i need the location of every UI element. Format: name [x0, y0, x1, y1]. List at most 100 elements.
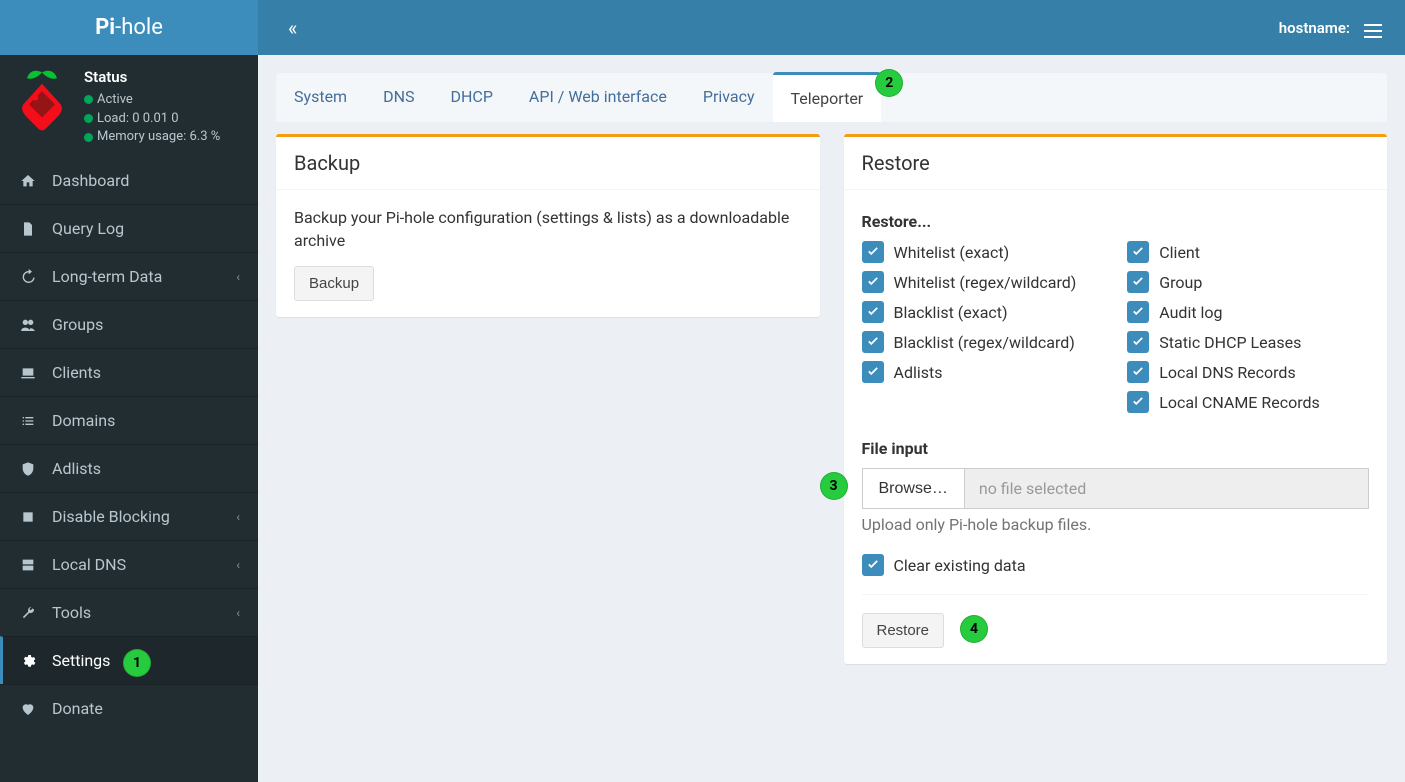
restore-option-label[interactable]: Blacklist (regex/wildcard): [894, 333, 1075, 352]
restore-button[interactable]: Restore: [862, 613, 945, 648]
tab-dns[interactable]: DNS: [365, 73, 432, 122]
sidebar-item-localdns[interactable]: Local DNS‹: [0, 540, 258, 588]
stop-icon: [18, 509, 38, 525]
heart-icon: [18, 701, 38, 717]
restore-option-checkbox[interactable]: [862, 331, 884, 353]
upload-hint: Upload only Pi-hole backup files.: [862, 515, 1370, 534]
backup-box: Backup Backup your Pi-hole configuration…: [276, 134, 820, 317]
clear-existing-label[interactable]: Clear existing data: [894, 556, 1026, 575]
sidebar-item-domains[interactable]: Domains: [0, 396, 258, 444]
nav-list: Dashboard Query Log Long-term Data‹ Groups C…: [0, 157, 258, 732]
history-icon: [18, 269, 38, 285]
list-icon: [18, 413, 38, 429]
file-icon: [18, 221, 38, 237]
tab-privacy[interactable]: Privacy: [685, 73, 773, 122]
restore-option-checkbox[interactable]: [1127, 391, 1149, 413]
callout-2: 2: [875, 69, 903, 97]
chevron-left-icon: ‹: [236, 558, 240, 572]
wrench-icon: [18, 605, 38, 621]
sidebar-item-longterm[interactable]: Long-term Data‹: [0, 252, 258, 300]
restore-option-label[interactable]: Local CNAME Records: [1159, 393, 1320, 412]
restore-heading: Restore: [844, 137, 1388, 190]
sidebar-item-label: Dashboard: [52, 171, 240, 190]
sidebar-item-dashboard[interactable]: Dashboard: [0, 157, 258, 204]
sidebar-item-settings[interactable]: Settings1: [0, 636, 258, 684]
content: SystemDNSDHCPAPI / Web interfacePrivacyT…: [258, 55, 1405, 702]
restore-option-checkbox[interactable]: [1127, 271, 1149, 293]
chevron-left-icon: ‹: [236, 510, 240, 524]
menu-icon[interactable]: [1349, 10, 1397, 52]
restore-option-row: Adlists: [862, 361, 1104, 383]
laptop-icon: [18, 365, 38, 381]
restore-option-row: Whitelist (regex/wildcard): [862, 271, 1104, 293]
status-active: Active: [84, 91, 220, 110]
status-memory: Memory usage: 6.3 %: [84, 128, 220, 147]
drive-icon: [18, 557, 38, 573]
restore-option-checkbox[interactable]: [1127, 331, 1149, 353]
sidebar-item-tools[interactable]: Tools‹: [0, 588, 258, 636]
restore-option-checkbox[interactable]: [1127, 361, 1149, 383]
shield-icon: [18, 461, 38, 477]
clear-existing-checkbox[interactable]: [862, 554, 884, 576]
browse-button[interactable]: Browse…: [862, 468, 964, 509]
restore-option-label[interactable]: Audit log: [1159, 303, 1222, 322]
restore-option-checkbox[interactable]: [862, 361, 884, 383]
restore-option-checkbox[interactable]: [1127, 301, 1149, 323]
backup-heading: Backup: [276, 137, 820, 190]
callout-4: 4: [960, 615, 988, 643]
tab-teleporter[interactable]: Teleporter2: [773, 72, 882, 122]
restore-option-label[interactable]: Whitelist (exact): [894, 243, 1010, 262]
backup-description: Backup your Pi-hole configuration (setti…: [294, 206, 802, 252]
file-status-text: no file selected: [964, 468, 1369, 509]
restore-subheading: Restore...: [862, 212, 1370, 231]
tab-system[interactable]: System: [276, 73, 365, 122]
restore-option-label[interactable]: Client: [1159, 243, 1200, 262]
restore-option-checkbox[interactable]: [1127, 241, 1149, 263]
sidebar-item-label: Local DNS: [52, 555, 236, 574]
sidebar-item-label: Groups: [52, 315, 240, 334]
sidebar-item-clients[interactable]: Clients: [0, 348, 258, 396]
restore-option-checkbox[interactable]: [862, 301, 884, 323]
status-load: Load: 0 0.01 0: [84, 110, 220, 129]
logo[interactable]: Pi-hole: [0, 0, 258, 55]
restore-option-row: Local DNS Records: [1127, 361, 1369, 383]
restore-box: Restore Restore... Whitelist (exact) Whit…: [844, 134, 1388, 664]
restore-option-row: Whitelist (exact): [862, 241, 1104, 263]
tab-dhcp[interactable]: DHCP: [433, 73, 511, 122]
restore-option-checkbox[interactable]: [862, 241, 884, 263]
chevron-left-icon: ‹: [236, 606, 240, 620]
sidebar-item-label: Adlists: [52, 459, 240, 478]
restore-option-checkbox[interactable]: [862, 271, 884, 293]
restore-option-label[interactable]: Static DHCP Leases: [1159, 333, 1301, 352]
sidebar-item-label: Tools: [52, 603, 236, 622]
backup-button[interactable]: Backup: [294, 266, 374, 301]
tab-bar: SystemDNSDHCPAPI / Web interfacePrivacyT…: [276, 73, 1387, 122]
top-bar: Pi-hole « hostname:: [0, 0, 1405, 55]
callout-1: 1: [123, 649, 151, 677]
file-input-label: File input: [862, 439, 1370, 458]
sidebar-toggle-icon[interactable]: «: [273, 6, 312, 50]
chevron-left-icon: ‹: [236, 270, 240, 284]
sidebar-item-label: Query Log: [52, 219, 240, 238]
restore-option-label[interactable]: Adlists: [894, 363, 943, 382]
sidebar-item-label: Clients: [52, 363, 240, 382]
restore-option-label[interactable]: Whitelist (regex/wildcard): [894, 273, 1077, 292]
sidebar-item-adlists[interactable]: Adlists: [0, 444, 258, 492]
sidebar-item-label: Domains: [52, 411, 240, 430]
restore-option-row: Client: [1127, 241, 1369, 263]
sidebar: Status Active Load: 0 0.01 0 Memory usag…: [0, 55, 258, 782]
status-panel: Status Active Load: 0 0.01 0 Memory usag…: [0, 55, 258, 157]
restore-option-row: Blacklist (exact): [862, 301, 1104, 323]
sidebar-item-groups[interactable]: Groups: [0, 300, 258, 348]
sidebar-item-label: Disable Blocking: [52, 507, 236, 526]
sidebar-item-disable[interactable]: Disable Blocking‹: [0, 492, 258, 540]
tab-api-web-interface[interactable]: API / Web interface: [511, 73, 685, 122]
restore-option-label[interactable]: Blacklist (exact): [894, 303, 1008, 322]
clear-existing-row: Clear existing data: [862, 554, 1370, 576]
sidebar-item-label: Donate: [52, 699, 240, 718]
restore-option-label[interactable]: Group: [1159, 273, 1202, 292]
home-icon: [18, 173, 38, 189]
sidebar-item-donate[interactable]: Donate: [0, 684, 258, 732]
restore-option-label[interactable]: Local DNS Records: [1159, 363, 1295, 382]
sidebar-item-querylog[interactable]: Query Log: [0, 204, 258, 252]
